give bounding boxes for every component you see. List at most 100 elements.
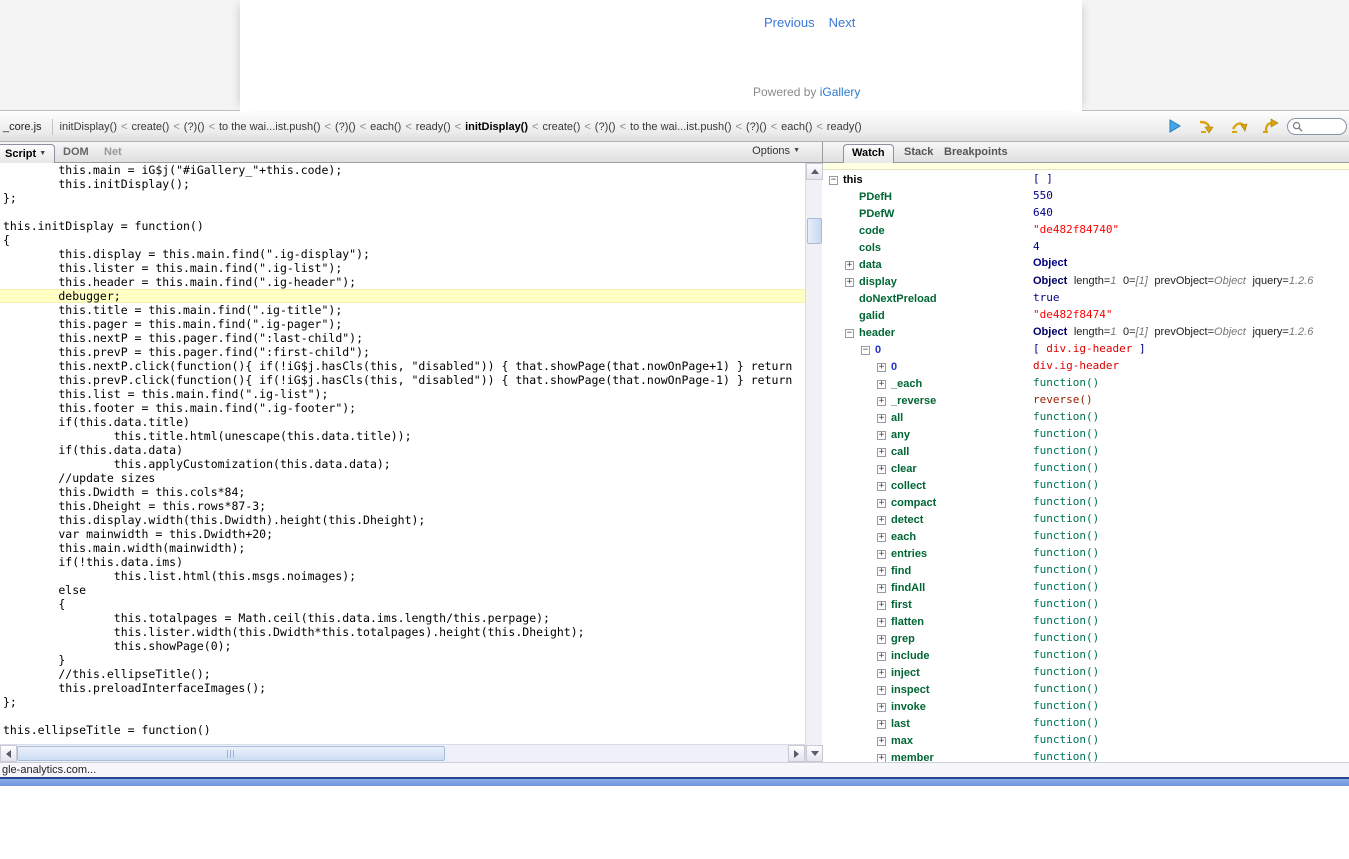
watch-variable-value[interactable]: function() bbox=[1033, 476, 1099, 493]
expand-plus-icon[interactable]: + bbox=[877, 601, 886, 610]
new-watch-expression-row[interactable] bbox=[823, 163, 1349, 170]
watch-row[interactable]: +dataObject bbox=[823, 255, 1349, 272]
code-line[interactable]: this.Dheight = this.rows*87-3; bbox=[0, 499, 805, 513]
watch-row[interactable]: +injectfunction() bbox=[823, 663, 1349, 680]
watch-variable-name[interactable]: findAll bbox=[891, 582, 925, 594]
watch-row[interactable]: +detectfunction() bbox=[823, 510, 1349, 527]
watch-variable-value[interactable]: function() bbox=[1033, 544, 1099, 561]
watch-row[interactable]: +clearfunction() bbox=[823, 459, 1349, 476]
watch-row[interactable]: +anyfunction() bbox=[823, 425, 1349, 442]
code-line[interactable]: }; bbox=[0, 695, 805, 709]
watch-variable-name[interactable]: galid bbox=[859, 310, 885, 322]
watch-row[interactable]: −0[ div.ig-header ] bbox=[823, 340, 1349, 357]
code-line[interactable]: this.initDisplay(); bbox=[0, 177, 805, 191]
code-line[interactable]: this.list.html(this.msgs.noimages); bbox=[0, 569, 805, 583]
watch-variable-value[interactable]: function() bbox=[1033, 578, 1099, 595]
watch-variable-name[interactable]: find bbox=[891, 565, 911, 577]
watch-variable-name[interactable]: member bbox=[891, 752, 934, 762]
stack-frame-item[interactable]: (?)() bbox=[592, 120, 619, 134]
expand-plus-icon[interactable]: + bbox=[877, 567, 886, 576]
code-line[interactable]: this.nextP = this.pager.find(":last-chil… bbox=[0, 331, 805, 345]
watch-variable-value[interactable]: function() bbox=[1033, 748, 1099, 762]
stack-frame-item[interactable]: each() bbox=[778, 120, 815, 134]
tab-net[interactable]: Net bbox=[96, 144, 130, 163]
stack-frame-item[interactable]: create() bbox=[128, 120, 172, 134]
watch-variable-name[interactable]: header bbox=[859, 327, 895, 339]
watch-variable-name[interactable]: last bbox=[891, 718, 910, 730]
watch-row[interactable]: +lastfunction() bbox=[823, 714, 1349, 731]
watch-variable-name[interactable]: code bbox=[859, 225, 885, 237]
watch-row[interactable]: +allfunction() bbox=[823, 408, 1349, 425]
watch-variable-name[interactable]: data bbox=[859, 259, 882, 271]
watch-variable-value[interactable]: function() bbox=[1033, 510, 1099, 527]
expand-plus-icon[interactable]: + bbox=[877, 584, 886, 593]
code-line[interactable]: this.title = this.main.find(".ig-title")… bbox=[0, 303, 805, 317]
watch-variable-name[interactable]: compact bbox=[891, 497, 936, 509]
code-line[interactable]: { bbox=[0, 233, 805, 247]
expand-plus-icon[interactable]: + bbox=[877, 448, 886, 457]
watch-row[interactable]: +invokefunction() bbox=[823, 697, 1349, 714]
code-line[interactable]: this.preloadInterfaceImages(); bbox=[0, 681, 805, 695]
watch-variable-value[interactable]: function() bbox=[1033, 629, 1099, 646]
watch-variable-value[interactable]: function() bbox=[1033, 425, 1099, 442]
watch-variable-value[interactable]: 4 bbox=[1033, 238, 1040, 255]
watch-row[interactable]: +_eachfunction() bbox=[823, 374, 1349, 391]
collapse-minus-icon[interactable]: − bbox=[829, 176, 838, 185]
watch-variable-name[interactable]: _reverse bbox=[891, 395, 936, 407]
watch-variable-value[interactable]: div.ig-header bbox=[1033, 357, 1119, 374]
watch-variable-name[interactable]: 0 bbox=[875, 344, 881, 356]
watch-row[interactable]: +collectfunction() bbox=[823, 476, 1349, 493]
code-line[interactable]: this.main.width(mainwidth); bbox=[0, 541, 805, 555]
code-line[interactable]: var mainwidth = this.Dwidth+20; bbox=[0, 527, 805, 541]
watch-variable-value[interactable]: function() bbox=[1033, 663, 1099, 680]
watch-row[interactable]: +firstfunction() bbox=[823, 595, 1349, 612]
watch-variable-name[interactable]: first bbox=[891, 599, 912, 611]
watch-row[interactable]: +flattenfunction() bbox=[823, 612, 1349, 629]
watch-variable-name[interactable]: each bbox=[891, 531, 916, 543]
watch-variable-value[interactable]: function() bbox=[1033, 408, 1099, 425]
watch-variable-name[interactable]: clear bbox=[891, 463, 917, 475]
watch-variable-name[interactable]: detect bbox=[891, 514, 923, 526]
watch-row[interactable]: +entriesfunction() bbox=[823, 544, 1349, 561]
watch-variable-value[interactable]: function() bbox=[1033, 697, 1099, 714]
code-line[interactable]: this.showPage(0); bbox=[0, 639, 805, 653]
expand-plus-icon[interactable]: + bbox=[877, 703, 886, 712]
code-line[interactable]: //this.ellipseTitle(); bbox=[0, 667, 805, 681]
watch-row[interactable]: code"de482f84740" bbox=[823, 221, 1349, 238]
code-line[interactable]: if(this.data.data) bbox=[0, 443, 805, 457]
collapse-minus-icon[interactable]: − bbox=[845, 329, 854, 338]
expand-plus-icon[interactable]: + bbox=[877, 533, 886, 542]
watch-variable-value[interactable]: reverse() bbox=[1033, 391, 1093, 408]
watch-row[interactable]: −this[ ] bbox=[823, 170, 1349, 187]
watch-row[interactable]: +includefunction() bbox=[823, 646, 1349, 663]
watch-variable-name[interactable]: collect bbox=[891, 480, 926, 492]
script-source-panel[interactable]: this.main = iG$j("#iGallery_"+this.code)… bbox=[0, 163, 805, 744]
vertical-scroll-thumb[interactable] bbox=[807, 218, 822, 244]
expand-plus-icon[interactable]: + bbox=[877, 363, 886, 372]
watch-variable-name[interactable]: max bbox=[891, 735, 913, 747]
tab-stack[interactable]: Stack bbox=[896, 144, 941, 163]
code-line[interactable]: this.applyCustomization(this.data.data); bbox=[0, 457, 805, 471]
stack-frame-item[interactable]: (?)() bbox=[181, 120, 208, 134]
watch-row[interactable]: cols 4 bbox=[823, 238, 1349, 255]
code-line[interactable]: this.ellipseTitle = function() bbox=[0, 723, 805, 737]
stack-frame-item[interactable]: (?)() bbox=[332, 120, 359, 134]
code-line-debugger-highlight[interactable]: debugger; bbox=[0, 289, 805, 303]
code-line[interactable]: this.pager = this.main.find(".ig-pager")… bbox=[0, 317, 805, 331]
watch-variable-name[interactable]: 0 bbox=[891, 361, 897, 373]
code-line[interactable]: else bbox=[0, 583, 805, 597]
watch-variable-value[interactable]: function() bbox=[1033, 374, 1099, 391]
stack-frame-item[interactable]: initDisplay() bbox=[57, 120, 120, 134]
watch-variable-value[interactable]: function() bbox=[1033, 680, 1099, 697]
stack-frame-item[interactable]: (?)() bbox=[743, 120, 770, 134]
collapse-minus-icon[interactable]: − bbox=[861, 346, 870, 355]
stack-frame-item[interactable]: to the wai...ist.push() bbox=[216, 120, 324, 134]
code-line[interactable] bbox=[0, 709, 805, 723]
search-input[interactable] bbox=[1303, 121, 1341, 132]
code-line[interactable]: this.list = this.main.find(".ig-list"); bbox=[0, 387, 805, 401]
watch-row[interactable]: +inspectfunction() bbox=[823, 680, 1349, 697]
watch-variable-name[interactable]: cols bbox=[859, 242, 881, 254]
code-line[interactable]: //update sizes bbox=[0, 471, 805, 485]
tab-dom[interactable]: DOM bbox=[55, 144, 97, 163]
watch-row[interactable]: +compactfunction() bbox=[823, 493, 1349, 510]
